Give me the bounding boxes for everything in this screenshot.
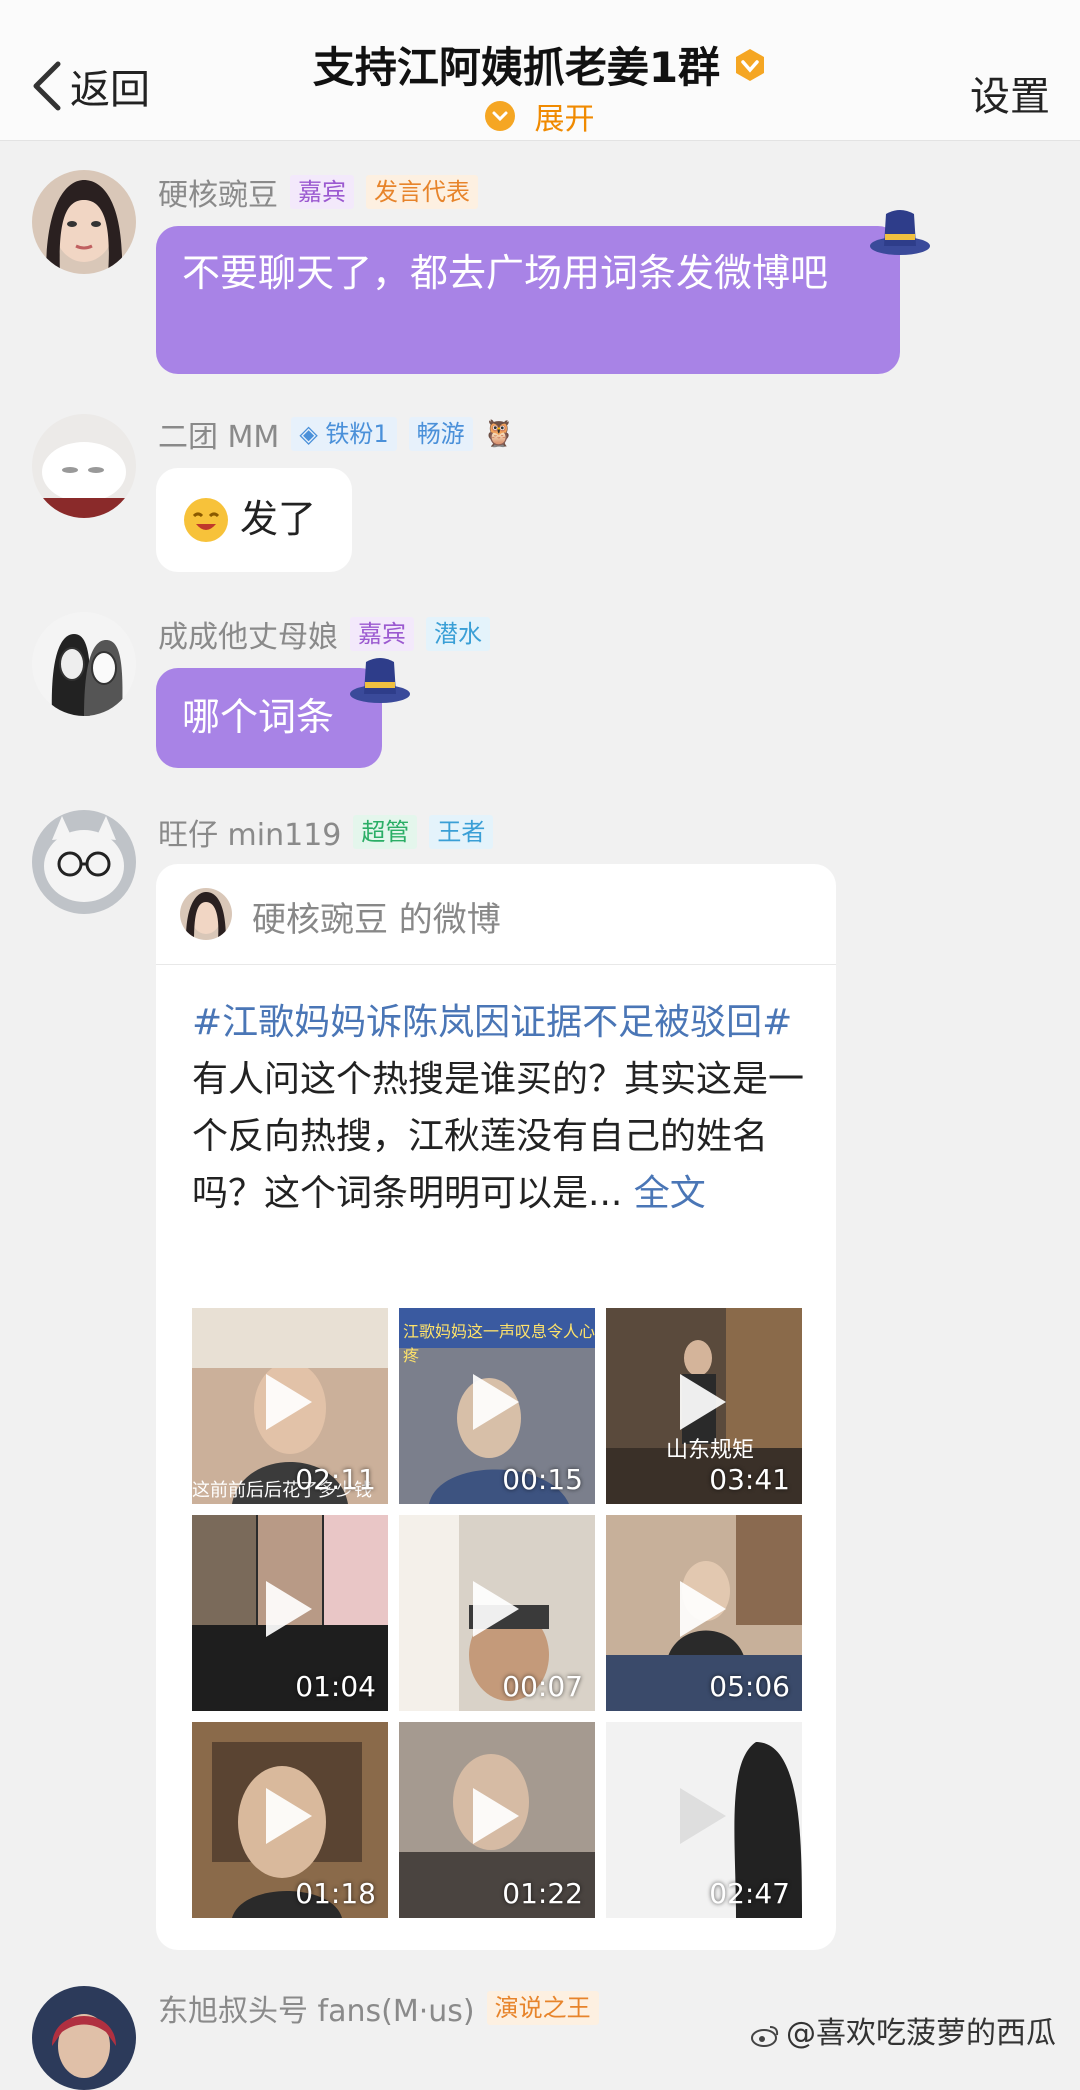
card-header: 硬核豌豆 的微博: [156, 864, 836, 965]
group-title-wrap: 支持江阿姨抓老姜1群: [0, 34, 1080, 95]
role-tag: 畅游: [408, 417, 473, 451]
avatar[interactable]: [32, 1986, 136, 2090]
role-tag: 发言代表: [366, 175, 478, 209]
play-icon: [473, 1788, 519, 1844]
message-meta: 二团 MM ◈ 铁粉1 畅游 🦉: [158, 412, 516, 456]
weibo-text: #江歌妈妈诉陈岚因证据不足被驳回# 有人问这个热搜是谁买的？其实这是一个反向热搜…: [192, 994, 812, 1222]
video-thumbnail[interactable]: 江歌妈妈这一声叹息令人心疼 00:15: [399, 1308, 595, 1504]
settings-button[interactable]: 设置: [970, 64, 1050, 122]
role-tag: 嘉宾: [350, 617, 414, 651]
role-tag: 演说之王: [486, 1991, 599, 2025]
expand-label: 展开: [534, 102, 595, 137]
video-caption: 山东规矩: [666, 1438, 755, 1463]
watermark: @喜欢吃菠萝的西瓜: [750, 2008, 1056, 2052]
message-meta: 旺仔 min119 超管 王者: [158, 810, 494, 854]
username[interactable]: 二团 MM: [158, 412, 279, 456]
video-duration: 02:11: [295, 1463, 376, 1496]
role-tag: 潜水: [426, 617, 490, 651]
fan-tag: ◈ 铁粉1: [291, 417, 397, 451]
role-tag: 王者: [429, 815, 494, 849]
video-duration: 03:41: [709, 1463, 790, 1496]
video-duration: 01:04: [295, 1670, 376, 1703]
role-tag: 嘉宾: [290, 175, 354, 209]
video-thumbnail[interactable]: 这前前后后花了多少钱 02:11: [192, 1308, 388, 1504]
expand-button[interactable]: 展开: [0, 94, 1080, 138]
video-duration: 05:06: [709, 1670, 790, 1703]
message-meta: 东旭叔头号 fans(M·us) 演说之王: [158, 1986, 599, 2030]
username[interactable]: 成成他丈母娘: [158, 612, 338, 656]
smile-emoji-icon: [184, 498, 228, 542]
play-icon: [266, 1374, 312, 1430]
video-thumbnail[interactable]: 05:06: [606, 1515, 802, 1711]
play-icon: [680, 1581, 726, 1637]
chevron-down-icon: [485, 101, 516, 131]
message-bubble[interactable]: 发了: [156, 468, 352, 572]
play-icon: [680, 1788, 726, 1844]
play-icon: [680, 1374, 726, 1430]
username[interactable]: 东旭叔头号 fans(M·us): [158, 1986, 475, 2030]
hat-decoration-icon: [350, 658, 410, 703]
message-text: 哪个词条: [182, 695, 335, 739]
video-duration: 01:22: [502, 1877, 583, 1910]
weibo-logo-icon: [751, 2025, 779, 2047]
video-duration: 01:18: [295, 1877, 376, 1910]
avatar[interactable]: [32, 810, 136, 914]
role-tag: 超管: [353, 815, 418, 849]
chat-header: 返回 支持江阿姨抓老姜1群 展开 设置: [0, 0, 1080, 141]
video-duration: 00:15: [502, 1463, 583, 1496]
video-thumbnail[interactable]: 00:07: [399, 1515, 595, 1711]
video-thumbnail[interactable]: 01:22: [399, 1722, 595, 1918]
group-title: 支持江阿姨抓老姜1群: [312, 43, 721, 92]
video-thumbnail[interactable]: 01:18: [192, 1722, 388, 1918]
verified-badge-icon: [736, 48, 765, 81]
full-text-link[interactable]: 全文: [634, 1173, 706, 1214]
message-bubble[interactable]: 不要聊天了，都去广场用词条发微博吧: [156, 226, 900, 374]
video-thumbnail[interactable]: 02:47: [606, 1722, 802, 1918]
username[interactable]: 硬核豌豆: [158, 170, 278, 214]
video-duration: 00:07: [502, 1670, 583, 1703]
play-icon: [266, 1581, 312, 1637]
message-text: 不要聊天了，都去广场用词条发微博吧: [182, 251, 829, 295]
card-title: 硬核豌豆 的微博: [252, 900, 501, 940]
avatar[interactable]: [32, 170, 136, 274]
message-text: 发了: [240, 497, 317, 541]
weibo-body: 有人问这个热搜是谁买的？其实这是一个反向热搜，江秋莲没有自己的姓名吗？这个词条明…: [192, 1059, 805, 1214]
avatar[interactable]: [32, 414, 136, 518]
video-thumbnail[interactable]: 01:04: [192, 1515, 388, 1711]
weibo-share-card[interactable]: 硬核豌豆 的微博 #江歌妈妈诉陈岚因证据不足被驳回# 有人问这个热搜是谁买的？其…: [156, 864, 836, 1950]
play-icon: [473, 1374, 519, 1430]
avatar[interactable]: [32, 612, 136, 716]
message-meta: 硬核豌豆 嘉宾 发言代表: [158, 170, 478, 214]
play-icon: [266, 1788, 312, 1844]
hat-decoration-icon: [870, 210, 930, 255]
username[interactable]: 旺仔 min119: [158, 810, 341, 854]
play-icon: [473, 1581, 519, 1637]
video-thumbnail[interactable]: 山东规矩 03:41: [606, 1308, 802, 1504]
video-duration: 02:47: [709, 1877, 790, 1910]
owl-icon: 🦉: [482, 419, 516, 449]
avatar: [180, 888, 232, 940]
hashtag-link[interactable]: #江歌妈妈诉陈岚因证据不足被驳回#: [192, 1002, 792, 1043]
message-meta: 成成他丈母娘 嘉宾 潜水: [158, 612, 490, 656]
video-caption: 江歌妈妈这一声叹息令人心疼: [403, 1322, 595, 1365]
watermark-text: @喜欢吃菠萝的西瓜: [786, 2016, 1056, 2051]
